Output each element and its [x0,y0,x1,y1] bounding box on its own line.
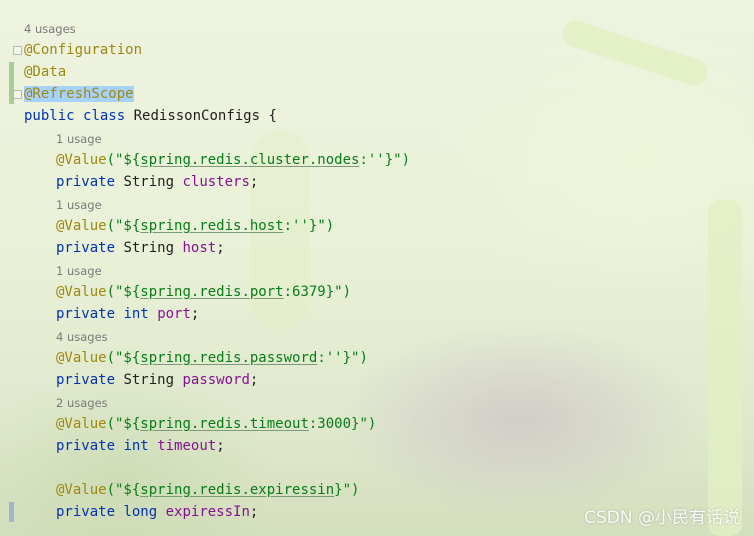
string-open: ("${ [106,284,141,300]
semicolon: ; [249,174,259,190]
class-usages-hint[interactable]: 4 usages [24,18,76,40]
code-line-value-annotation[interactable]: @Value("${spring.redis.password:''}") [56,347,368,369]
semicolon: ; [190,306,200,322]
keyword-class: class [83,108,126,124]
field-usages-hint[interactable]: 4 usages [56,326,108,348]
code-line-field-declaration[interactable]: private long expiressIn; [56,501,258,523]
field-type: int [123,306,149,322]
fold-icon[interactable] [13,46,22,55]
annotation-data: @Data [24,64,67,80]
semicolon: ; [249,372,259,388]
string-close: ") [359,416,377,432]
string-open: ("${ [106,350,141,366]
string-default: :''} [283,218,318,234]
string-close: ") [393,152,411,168]
string-open: ("${ [106,416,141,432]
field-type: String [123,240,175,256]
class-name: RedissonConfigs { [133,108,277,124]
field-type: long [123,504,158,520]
field-usages-hint[interactable]: 1 usage [56,194,102,216]
annotation-value: @Value [56,218,107,234]
code-line-field-declaration[interactable]: private int port; [56,303,199,325]
field-name: password [182,372,250,388]
string-default: :3000} [308,416,360,432]
keyword-private: private [56,438,116,454]
property-key[interactable]: spring.redis.port [140,284,283,300]
keyword-public: public [24,108,75,124]
field-name: expiressIn [165,504,250,520]
property-key[interactable]: spring.redis.timeout [140,416,309,432]
annotation-value: @Value [56,482,107,498]
field-name: port [157,306,191,322]
code-line-data[interactable]: @Data [24,61,66,83]
code-line-configuration[interactable]: @Configuration [24,39,142,61]
field-type: String [123,372,175,388]
property-key[interactable]: spring.redis.password [140,350,317,366]
code-line-class-declaration[interactable]: public class RedissonConfigs { [24,105,277,127]
string-default: :6379} [283,284,335,300]
gutter-change-marker-bottom[interactable] [9,502,14,522]
code-line-refresh-scope[interactable]: @RefreshScope [24,83,134,105]
keyword-private: private [56,372,116,388]
code-line-value-annotation[interactable]: @Value("${spring.redis.host:''}") [56,215,334,237]
property-key[interactable]: spring.redis.host [140,218,283,234]
field-name: clusters [182,174,250,190]
annotation-value: @Value [56,152,107,168]
field-type: int [123,438,149,454]
keyword-private: private [56,174,116,190]
code-line-field-declaration[interactable]: private String clusters; [56,171,258,193]
string-default: } [334,482,343,498]
string-open: ("${ [106,482,141,498]
code-line-field-declaration[interactable]: private int timeout; [56,435,225,457]
annotation-value: @Value [56,416,107,432]
keyword-private: private [56,306,116,322]
annotation-value: @Value [56,350,107,366]
keyword-private: private [56,504,116,520]
annotation-refresh-scope-selected: @RefreshScope [24,86,134,102]
field-usages-hint[interactable]: 1 usage [56,128,102,150]
code-line-value-annotation[interactable]: @Value("${spring.redis.expiressin}") [56,479,359,501]
string-close: ") [334,284,352,300]
code-line-value-annotation[interactable]: @Value("${spring.redis.cluster.nodes:''}… [56,149,410,171]
code-line-value-annotation[interactable]: @Value("${spring.redis.timeout:3000}") [56,413,376,435]
string-close: ") [317,218,335,234]
keyword-private: private [56,240,116,256]
field-name: timeout [157,438,217,454]
string-close: ") [351,350,368,366]
semicolon: ; [216,240,225,256]
field-usages-hint[interactable]: 2 usages [56,392,108,414]
annotation-configuration: @Configuration [24,42,143,58]
property-key[interactable]: spring.redis.expiressin [140,482,334,498]
property-key[interactable]: spring.redis.cluster.nodes [140,152,359,168]
field-type: String [123,174,175,190]
string-default: :''} [359,152,394,168]
code-line-field-declaration[interactable]: private String password; [56,369,258,391]
csdn-watermark: CSDN @小民有话说 [584,508,740,528]
string-open: ("${ [106,218,141,234]
field-usages-hint[interactable]: 1 usage [56,260,102,282]
field-name: host [182,240,217,256]
fold-icon[interactable] [13,90,22,99]
code-line-value-annotation[interactable]: @Value("${spring.redis.port:6379}") [56,281,351,303]
string-default: :''} [317,350,352,366]
annotation-value: @Value [56,284,107,300]
string-close: ") [342,482,360,498]
semicolon: ; [216,438,225,454]
string-open: ("${ [106,152,141,168]
code-line-field-declaration[interactable]: private String host; [56,237,225,259]
semicolon: ; [249,504,259,520]
